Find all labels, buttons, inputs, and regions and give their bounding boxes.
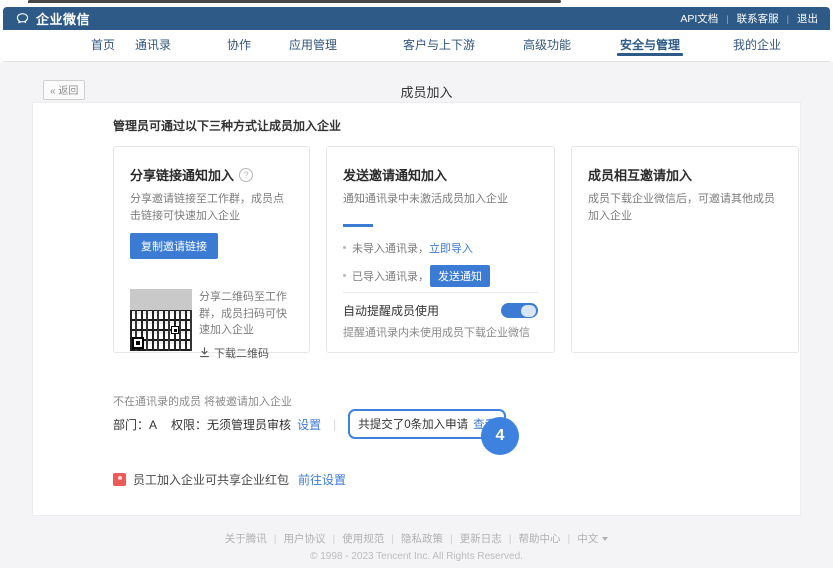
toggle-knob <box>521 305 536 317</box>
footer-link-user-agreement[interactable]: 用户协议 <box>284 533 326 545</box>
logout-link[interactable]: 退出 <box>797 11 818 26</box>
footer-separator: | <box>509 533 512 545</box>
contact-support-link[interactable]: 联系客服 <box>737 11 779 26</box>
join-request-count-text: 共提交了0条加入申请 <box>358 416 468 432</box>
qr-finder-icon <box>171 326 179 334</box>
row-separator: | <box>333 417 336 431</box>
footer-link-changelog[interactable]: 更新日志 <box>460 533 502 545</box>
join-method-card-mutual: 成员相互邀请加入 成员下载企业微信后，可邀请其他成员加入企业 <box>571 146 799 353</box>
bullet-not-imported: 未导入通讯录， 立即导入 <box>343 240 538 256</box>
qr-info: 分享二维码至工作群，成员扫码可快速加入企业 下载二维码 <box>199 289 293 361</box>
department-value: A <box>149 418 157 432</box>
card-description: 成员下载企业微信后，可邀请其他成员加入企业 <box>588 191 782 224</box>
tab-customers-upstream[interactable]: 客户与上下游 <box>403 30 475 60</box>
import-now-link[interactable]: 立即导入 <box>429 240 473 256</box>
bullet-text: 未导入通讯录， <box>352 240 429 256</box>
join-method-card-invite: 发送邀请通知加入 通知通讯录中未激活成员加入企业 未导入通讯录， 立即导入 已导… <box>326 146 555 353</box>
download-qr-label: 下载二维码 <box>214 345 269 361</box>
footer-link-privacy-policy[interactable]: 隐私政策 <box>401 533 443 545</box>
annotation-badge-4: 4 <box>481 417 519 455</box>
red-packet-text: 员工加入企业可共享企业红包 <box>133 471 289 488</box>
tab-security-management[interactable]: 安全与管理 <box>620 30 680 60</box>
header-separator: | <box>726 14 728 24</box>
card-title-text: 发送邀请通知加入 <box>343 165 447 184</box>
qr-blur-block <box>130 289 192 310</box>
card-title: 分享链接通知加入 ? <box>130 165 293 184</box>
intro-text: 管理员可通过以下三种方式让成员加入企业 <box>113 117 341 134</box>
red-packet-icon <box>113 473 126 486</box>
header-separator: | <box>787 14 789 24</box>
download-qr-link[interactable]: 下载二维码 <box>199 345 293 361</box>
app-header: 企业微信 API文档 | 联系客服 | 退出 <box>3 7 830 30</box>
footer-link-about-tencent[interactable]: 关于腾讯 <box>225 533 267 545</box>
qr-caption: 分享二维码至工作群，成员扫码可快速加入企业 <box>199 289 293 339</box>
tab-app-management[interactable]: 应用管理 <box>289 30 337 60</box>
department-label: 部门： <box>113 418 149 432</box>
primary-nav: 首页 通讯录 协作 应用管理 客户与上下游 高级功能 安全与管理 我的企业 <box>3 30 830 62</box>
card-description: 通知通讯录中未激活成员加入企业 <box>343 191 538 208</box>
auto-remind-label: 自动提醒成员使用 <box>343 302 439 319</box>
header-links: API文档 | 联系客服 | 退出 <box>680 11 818 26</box>
footer-link-help-center[interactable]: 帮助中心 <box>518 533 560 545</box>
bullet-text: 已导入通讯录， <box>352 268 429 284</box>
footer-separator: | <box>567 533 570 545</box>
brand-name: 企业微信 <box>36 9 90 28</box>
join-method-cards: 分享链接通知加入 ? 分享邀请链接至工作群，成员点击链接可快速加入企业 复制邀请… <box>113 146 799 353</box>
send-notification-button[interactable]: 发送通知 <box>430 265 490 287</box>
footer-links: 关于腾讯 | 用户协议 | 使用规范 | 隐私政策 | 更新日志 | 帮助中心 | 中文 <box>0 531 833 546</box>
qr-finder-icon <box>132 337 144 349</box>
window-top-edge <box>28 0 561 3</box>
copy-invite-link-button[interactable]: 复制邀请链接 <box>130 233 218 259</box>
footer-separator: | <box>274 533 277 545</box>
auto-remind-description: 提醒通讯录内未使用成员下载企业微信 <box>343 324 538 340</box>
screen: 企业微信 API文档 | 联系客服 | 退出 首页 通讯录 协作 应用管理 客户… <box>0 0 833 568</box>
goto-settings-link[interactable]: 前往设置 <box>298 471 346 488</box>
permission-value: 无须管理员审核 <box>207 418 291 432</box>
tab-collaboration[interactable]: 协作 <box>227 30 251 60</box>
blue-dash <box>343 224 373 227</box>
red-packet-row: 员工加入企业可共享企业红包 前往设置 <box>113 471 346 488</box>
bullet-dot-icon <box>343 274 346 277</box>
footer-separator: | <box>450 533 453 545</box>
qr-section: 分享二维码至工作群，成员扫码可快速加入企业 下载二维码 <box>130 289 293 361</box>
footer-separator: | <box>333 533 336 545</box>
permission-label: 权限： <box>171 418 207 432</box>
bullet-dot-icon <box>343 246 346 249</box>
tab-my-company[interactable]: 我的企业 <box>733 30 781 60</box>
caret-down-icon <box>602 537 608 541</box>
api-docs-link[interactable]: API文档 <box>680 11 718 26</box>
department-field: 部门：A <box>113 416 157 433</box>
brand: 企业微信 <box>15 9 90 28</box>
card-title: 成员相互邀请加入 <box>588 165 782 184</box>
language-selector[interactable]: 中文 <box>577 533 598 545</box>
footer-separator: | <box>391 533 394 545</box>
download-icon <box>199 347 210 358</box>
page-title: 成员加入 <box>20 82 833 101</box>
card-title: 发送邀请通知加入 <box>343 165 538 184</box>
auto-remind-toggle[interactable] <box>501 303 538 318</box>
card-description: 分享邀请链接至工作群，成员点击链接可快速加入企业 <box>130 191 293 224</box>
settings-link[interactable]: 设置 <box>297 416 321 433</box>
tab-advanced-features[interactable]: 高级功能 <box>523 30 571 60</box>
bullet-imported: 已导入通讯录， 发送通知 <box>343 265 538 287</box>
help-icon[interactable]: ? <box>239 168 253 182</box>
card-title-text: 分享链接通知加入 <box>130 165 234 184</box>
tab-home[interactable]: 首页 <box>91 30 115 60</box>
qr-code-image <box>130 289 192 351</box>
copyright-text: © 1998 - 2023 Tencent Inc. All Rights Re… <box>0 551 833 562</box>
join-method-card-link: 分享链接通知加入 ? 分享邀请链接至工作群，成员点击链接可快速加入企业 复制邀请… <box>113 146 310 353</box>
auto-remind-section: 自动提醒成员使用 提醒通讯录内未使用成员下载企业微信 <box>343 292 538 344</box>
permission-field: 权限：无须管理员审核 <box>171 416 291 433</box>
tab-contacts[interactable]: 通讯录 <box>135 30 171 60</box>
join-settings-row: 部门：A 权限：无须管理员审核 设置 | 共提交了0条加入申请 查看 <box>113 409 506 439</box>
footer-link-usage-rules[interactable]: 使用规范 <box>342 533 384 545</box>
join-note: 不在通讯录的成员 将被邀请加入企业 <box>113 393 292 409</box>
card-title-text: 成员相互邀请加入 <box>588 165 692 184</box>
toggle-row: 自动提醒成员使用 <box>343 302 538 319</box>
wechat-work-logo-icon <box>15 11 30 26</box>
